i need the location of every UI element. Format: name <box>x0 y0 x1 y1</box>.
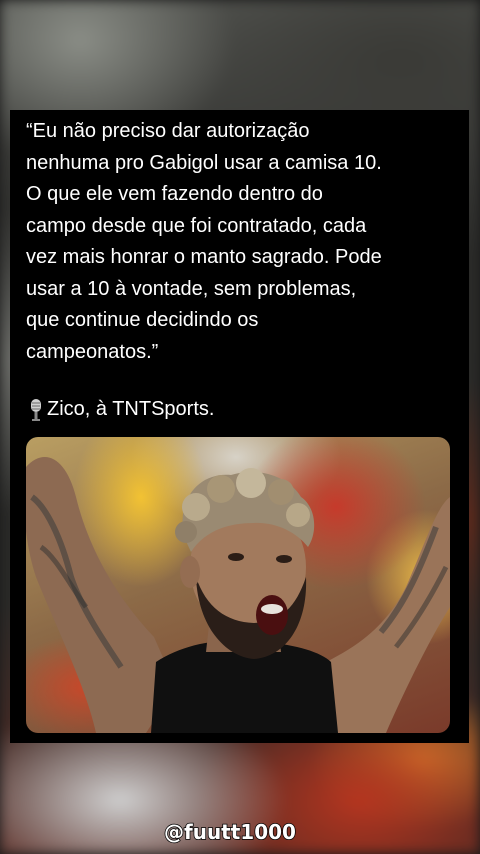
player-celebration-photo <box>26 437 450 733</box>
watermark-handle: @fuutt1000 <box>163 819 296 845</box>
quote-credit: Zico, à TNTSports. <box>28 394 214 425</box>
quote-text: “Eu não preciso dar autorização nenhuma … <box>26 120 382 363</box>
microphone-icon <box>28 398 44 422</box>
tweet-card: “Eu não preciso dar autorização nenhuma … <box>10 110 469 743</box>
credit-text: Zico, à TNTSports. <box>47 398 215 420</box>
